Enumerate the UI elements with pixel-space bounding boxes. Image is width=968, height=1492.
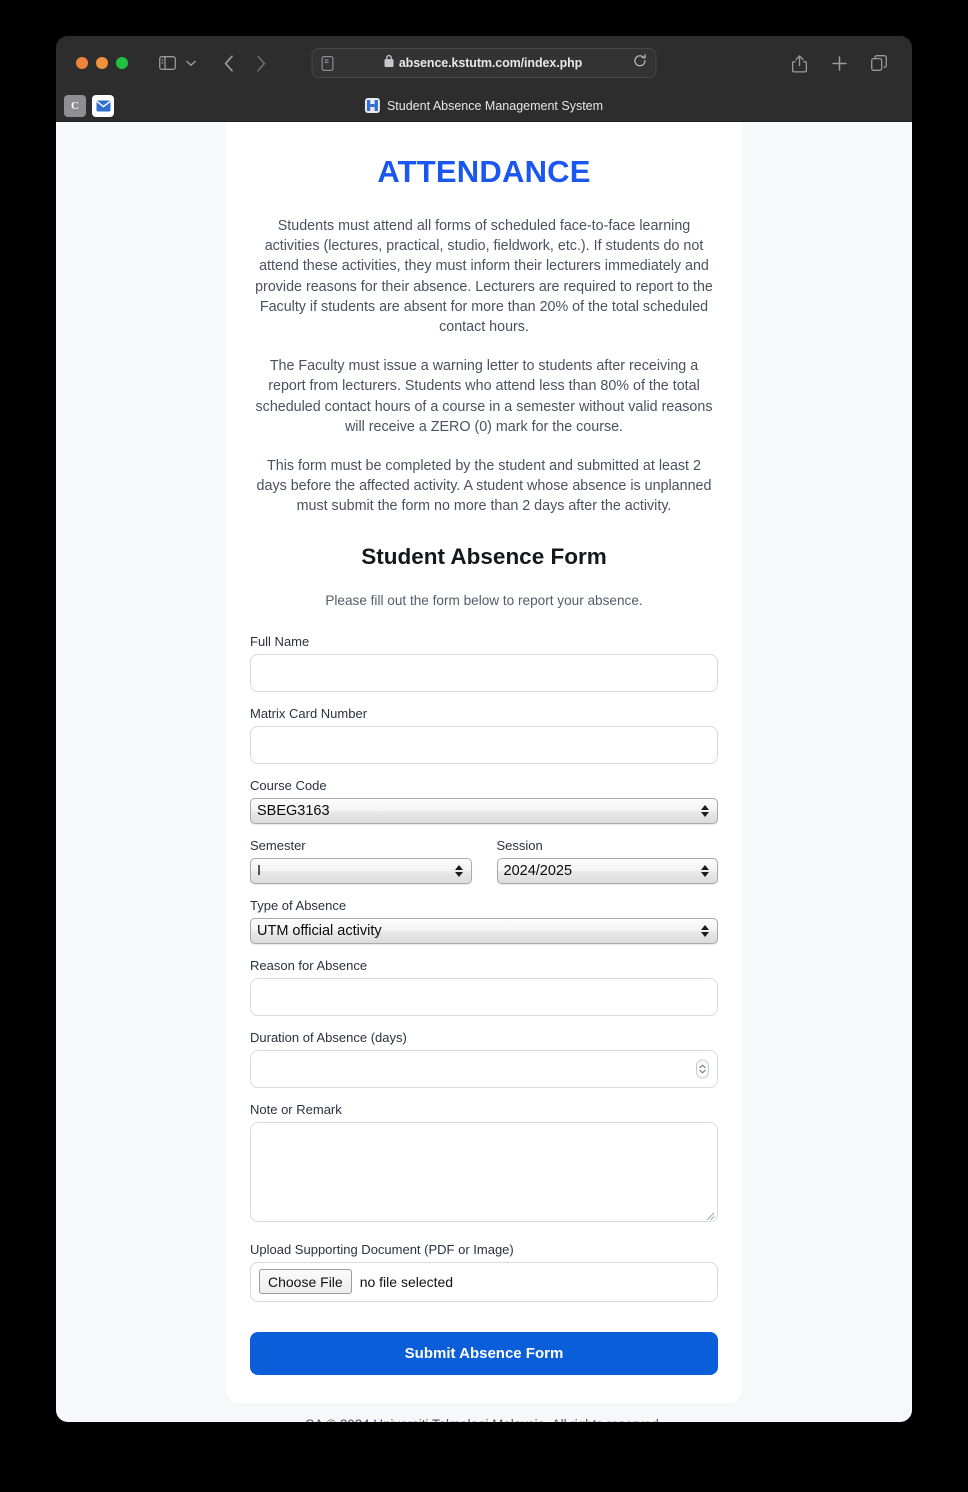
matrix-card-input[interactable] — [250, 725, 718, 764]
favorite-chatgpt-label: C — [71, 99, 79, 112]
course-code-select[interactable]: SBEG3163 — [250, 797, 718, 824]
field-matrix-card: Matrix Card Number — [250, 706, 718, 764]
form-subtitle: Please fill out the form below to report… — [325, 592, 643, 608]
sidebar-toggle-icon[interactable] — [154, 50, 180, 76]
browser-toolbar: absence.kstutm.com/index.php — [56, 36, 912, 90]
favorites-bar: C Student Absence Management System — [56, 90, 912, 122]
field-session: Session 2024/2025 — [496, 837, 718, 884]
semester-session-row: Semester I Session 2024/2025 — [250, 838, 718, 898]
note-textarea[interactable] — [250, 1121, 718, 1222]
policy-paragraph-2: The Faculty must issue a warning letter … — [255, 358, 713, 435]
submit-absence-form-button[interactable]: Submit Absence Form — [250, 1331, 718, 1375]
lock-icon — [384, 54, 394, 72]
absence-type-label: Type of Absence — [250, 897, 347, 913]
favorite-chatgpt-icon[interactable]: C — [64, 94, 86, 117]
close-window-button[interactable] — [76, 57, 88, 69]
matrix-card-label: Matrix Card Number — [250, 705, 368, 721]
reason-label: Reason for Absence — [250, 957, 368, 973]
page-title-text: Student Absence Management System — [386, 98, 604, 113]
duration-input-wrapper — [250, 1049, 718, 1088]
back-arrow-icon[interactable] — [216, 50, 242, 76]
reload-icon[interactable] — [634, 53, 647, 73]
minimize-window-button[interactable] — [96, 57, 108, 69]
field-semester: Semester I — [250, 838, 472, 884]
form-title: Student Absence Form — [361, 543, 607, 569]
session-value: 2024/2025 — [503, 862, 573, 879]
field-upload: Upload Supporting Document (PDF or Image… — [250, 1242, 718, 1302]
chevron-down-icon[interactable] — [182, 50, 200, 76]
file-status-text: no file selected — [359, 1273, 454, 1290]
duration-input[interactable] — [250, 1049, 718, 1088]
reason-input[interactable] — [250, 977, 718, 1016]
full-name-label: Full Name — [250, 633, 310, 649]
session-label: Session — [496, 837, 543, 853]
browser-window: absence.kstutm.com/index.php C Student A… — [56, 36, 912, 1422]
window-controls — [70, 57, 128, 69]
note-label: Note or Remark — [250, 1101, 342, 1117]
field-duration: Duration of Absence (days) — [250, 1030, 718, 1088]
field-note: Note or Remark — [250, 1102, 718, 1222]
reader-view-icon[interactable] — [321, 55, 334, 71]
site-favicon-icon — [364, 98, 380, 113]
file-input[interactable]: Choose File no file selected — [250, 1261, 718, 1302]
page-title-strip: Student Absence Management System — [364, 98, 604, 113]
content-card: ATTENDANCE Students must attend all form… — [226, 122, 742, 1403]
page-footer: SA © 2024 Universiti Teknologi Malaysia.… — [56, 1403, 912, 1422]
absence-type-select[interactable]: UTM official activity — [250, 917, 718, 944]
policy-paragraph-1: Students must attend all forms of schedu… — [255, 218, 713, 336]
full-name-input[interactable] — [250, 653, 718, 692]
select-stepper-icon — [701, 804, 709, 817]
field-course-code: Course Code SBEG3163 — [250, 778, 718, 824]
plus-icon[interactable] — [826, 50, 852, 76]
share-icon[interactable] — [786, 50, 812, 76]
field-absence-type: Type of Absence UTM official activity — [250, 898, 718, 944]
select-stepper-icon — [701, 924, 709, 937]
semester-value: I — [257, 862, 262, 879]
address-bar[interactable]: absence.kstutm.com/index.php — [311, 48, 657, 78]
url-text: absence.kstutm.com/index.php — [398, 56, 583, 70]
select-stepper-icon — [701, 864, 709, 877]
page-heading: ATTENDANCE — [377, 154, 591, 189]
field-reason: Reason for Absence — [250, 958, 718, 1016]
note-textarea-wrapper — [250, 1121, 718, 1222]
forward-arrow-icon[interactable] — [248, 50, 274, 76]
policy-paragraph-3: This form must be completed by the stude… — [256, 458, 712, 515]
maximize-window-button[interactable] — [116, 57, 128, 69]
select-stepper-icon — [454, 864, 463, 877]
course-code-label: Course Code — [250, 777, 327, 793]
favorite-mail-icon[interactable] — [92, 94, 114, 117]
upload-label: Upload Supporting Document (PDF or Image… — [250, 1241, 514, 1257]
semester-label: Semester — [250, 837, 306, 853]
number-stepper-icon[interactable] — [696, 1059, 709, 1079]
course-code-value: SBEG3163 — [257, 802, 330, 819]
semester-select[interactable]: I — [250, 857, 472, 884]
tab-overview-icon[interactable] — [866, 50, 892, 76]
absence-type-value: UTM official activity — [257, 922, 382, 939]
page-viewport: ATTENDANCE Students must attend all form… — [56, 122, 912, 1422]
toolbar-right-actions — [786, 50, 898, 76]
session-select[interactable]: 2024/2025 — [496, 857, 718, 884]
choose-file-button[interactable]: Choose File — [259, 1269, 352, 1295]
field-full-name: Full Name — [250, 634, 718, 692]
duration-label: Duration of Absence (days) — [250, 1029, 407, 1045]
favorites-group: C — [56, 94, 114, 117]
